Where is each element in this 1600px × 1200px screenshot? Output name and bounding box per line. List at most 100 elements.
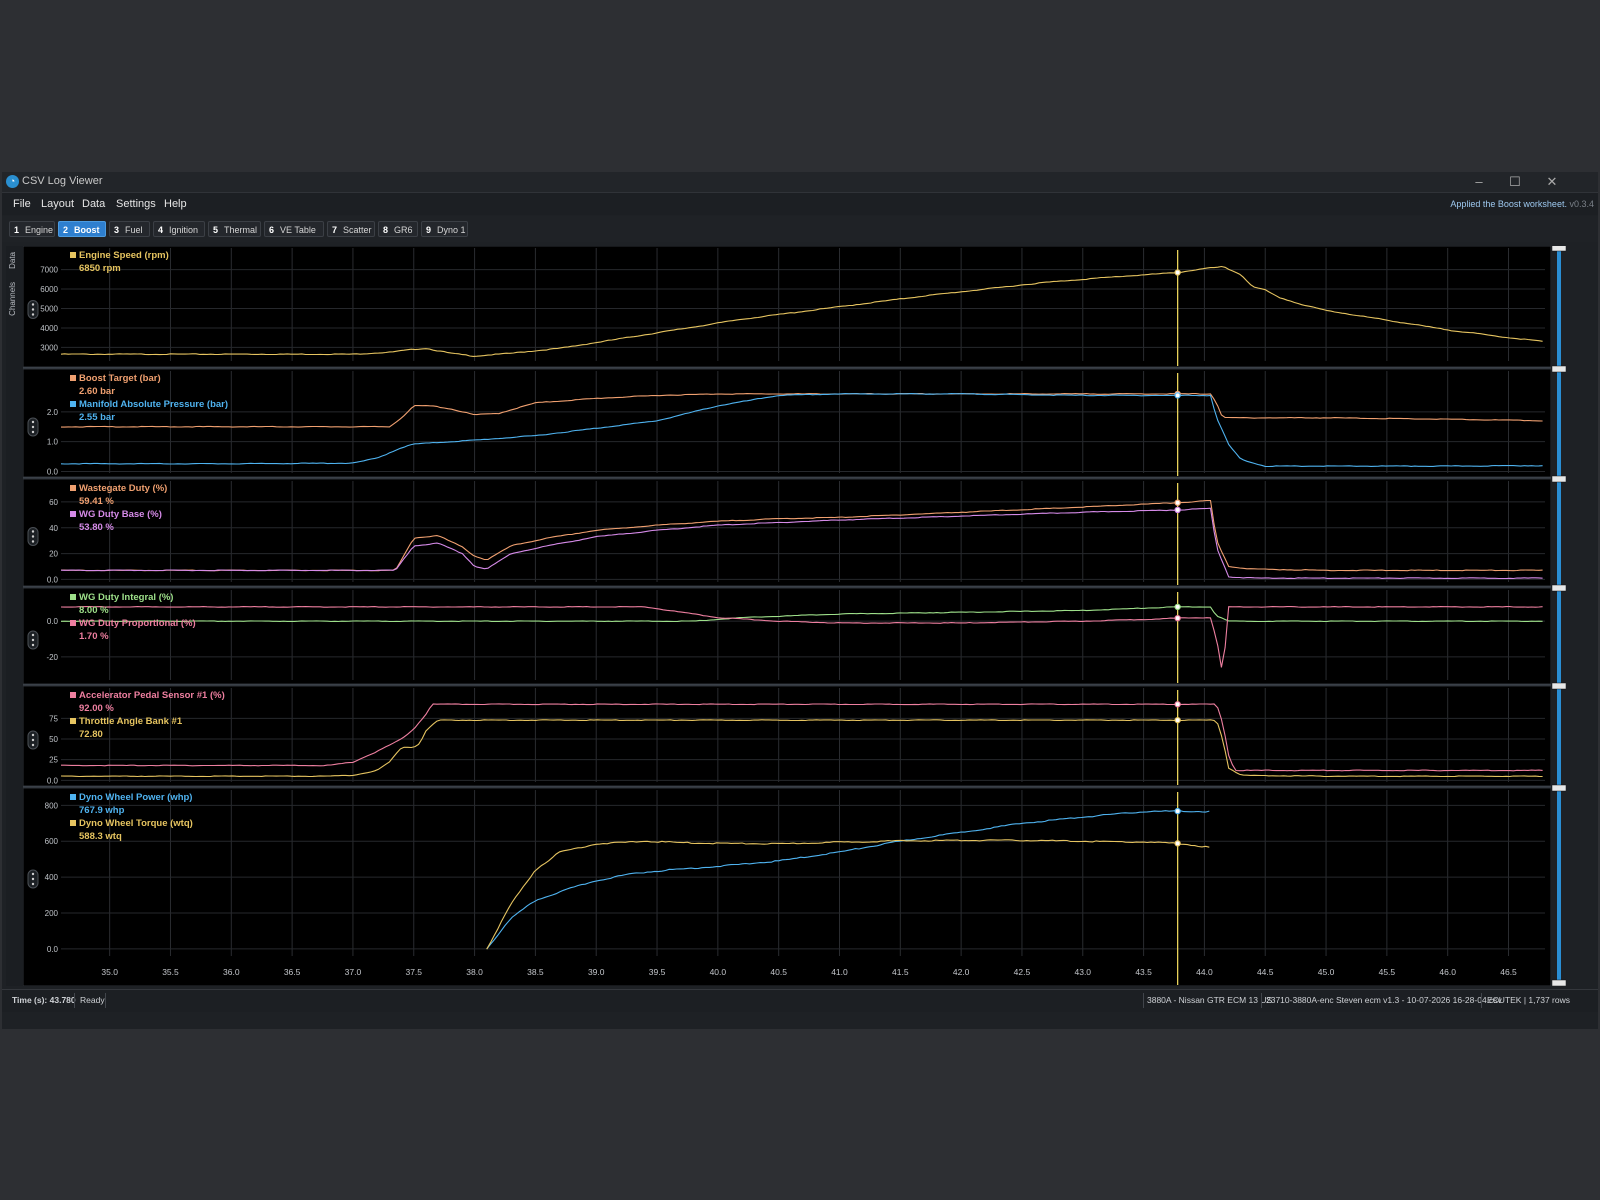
status-message: Applied the Boost worksheet. v0.3.4 (1450, 199, 1594, 209)
scroll-handle[interactable] (1552, 584, 1566, 592)
x-tick-label: 41.5 (892, 967, 909, 977)
cursor-marker (1174, 614, 1181, 622)
plot-area[interactable]: 3000 4000 5000 6000 7000 Engine Speed (rpm) 68… (23, 246, 1551, 986)
x-tick-label: 36.5 (284, 967, 301, 977)
scroll-handle[interactable] (1552, 682, 1566, 690)
tab-label: Fuel (125, 225, 143, 235)
cursor-marker (1174, 840, 1181, 847)
handle-dot (31, 633, 35, 637)
handle-dot (31, 882, 35, 886)
x-tick-label: 40.5 (770, 967, 787, 977)
scroll-handle[interactable] (1552, 365, 1566, 373)
panel-background (23, 368, 1551, 478)
scroll-handle[interactable] (1552, 979, 1566, 986)
tab-number: 4 (158, 225, 164, 235)
legend-series-name: Accelerator Pedal Sensor #1 (%) (79, 690, 225, 701)
legend-swatch (70, 718, 76, 724)
cursor-marker (1174, 603, 1181, 611)
menu-layout[interactable]: Layout (41, 198, 74, 210)
status-message-text: Applied the Boost worksheet. (1450, 199, 1567, 209)
chart-panel-2[interactable]: 0.0 1.0 2.0 Boost Target (bar) 2.60 bar Manif… (23, 368, 1551, 479)
tab-label: Thermal (224, 225, 258, 235)
tab-gr6[interactable]: 8 GR6 (378, 221, 418, 237)
status-source: ECUTEK | 1,737 rows (1487, 995, 1570, 1005)
x-tick-label: 43.0 (1074, 967, 1091, 977)
y-tick-label: 3000 (40, 343, 58, 352)
x-tick-label: 43.5 (1135, 967, 1152, 977)
x-tick-label: 36.0 (223, 967, 240, 977)
handle-dot (31, 540, 35, 543)
tab-thermal[interactable]: 5 Thermal (208, 221, 261, 237)
menu-help[interactable]: Help (164, 198, 187, 210)
legend-value: 72.80 (79, 729, 103, 740)
status-separator (1261, 993, 1262, 1008)
y-tick-label: 1.0 (47, 438, 59, 447)
menu-settings[interactable]: Settings (116, 198, 156, 210)
handle-dot (31, 530, 35, 533)
tab-dyno-1[interactable]: 9 Dyno 1 (421, 221, 468, 237)
status-separator (1143, 993, 1144, 1008)
cursor-time: Time (s): 43.780 (12, 995, 76, 1005)
scroll-handle[interactable] (1552, 475, 1566, 483)
handle-dot (31, 872, 35, 876)
x-tick-label: 44.5 (1257, 967, 1274, 977)
legend-series-name: WG Duty Integral (%) (79, 592, 173, 603)
x-tick-label: 37.0 (345, 967, 362, 977)
legend-swatch (70, 692, 76, 698)
side-panel-strip: Data Channels (6, 246, 23, 986)
status-bar: Time (s): 43.780 Ready 3880A - Nissan GT… (2, 989, 1598, 1012)
tab-fuel[interactable]: 3 Fuel (109, 221, 150, 237)
chart-panel-1[interactable]: 3000 4000 5000 6000 7000 Engine Speed (rpm) 68… (23, 246, 1551, 369)
status-file: 23710-3880A-enc Steven ecm v1.3 - 10-07-… (1266, 995, 1502, 1005)
y-tick-label: 25 (49, 756, 58, 765)
cursor-marker (1174, 716, 1181, 724)
handle-dot (31, 303, 35, 306)
chart-panel-3[interactable]: 0.0 20 40 60 Wastegate Duty (%) 59.41 % WG Dut… (23, 478, 1551, 588)
tab-number: 5 (213, 225, 219, 235)
panel-background (23, 587, 1551, 685)
tab-number: 7 (332, 225, 338, 235)
legend-swatch (70, 401, 76, 407)
tab-number: 8 (383, 225, 389, 235)
legend-value: 59.41 % (79, 496, 114, 507)
legend-swatch (70, 794, 76, 800)
tab-number: 9 (426, 225, 432, 235)
chart-panel-4[interactable]: 0.0 -20 WG Duty Integral (%) 8.00 % WG Duty … (23, 587, 1551, 686)
y-tick-label: 75 (49, 714, 58, 723)
app-logo-icon: ◔ (6, 175, 19, 188)
tab-ve-table[interactable]: 6 VE Table (264, 221, 324, 237)
side-tab-channels[interactable]: Channels (8, 282, 17, 316)
vertical-scroll-rail[interactable] (1552, 246, 1566, 986)
minimize-icon[interactable]: – (1464, 173, 1494, 191)
handle-dot (31, 643, 35, 647)
menu-data[interactable]: Data (82, 198, 105, 210)
tab-engine[interactable]: 1 Engine (9, 221, 55, 237)
tab-scatter[interactable]: 7 Scatter (327, 221, 375, 237)
menu-file[interactable]: File (13, 198, 31, 210)
legend-series-name: Dyno Wheel Torque (wtq) (79, 818, 193, 829)
handle-dot (31, 638, 35, 642)
tab-ignition[interactable]: 4 Ignition (153, 221, 205, 237)
chart-panel-5[interactable]: 0.0 25 50 75 Accelerator Pedal Sensor #1 (%)… (23, 685, 1551, 788)
scroll-handle[interactable] (1552, 784, 1566, 792)
status-separator (74, 993, 75, 1008)
cursor-marker (1174, 807, 1181, 815)
close-icon[interactable]: ✕ (1537, 173, 1567, 191)
app-version: v0.3.4 (1569, 199, 1594, 209)
scroll-handle[interactable] (1552, 246, 1566, 252)
status-separator (105, 993, 106, 1008)
handle-dot (31, 877, 35, 881)
chart-panel-6[interactable]: 0.0 200 400 600 800 Dyno Wheel Power (whp) 767… (23, 787, 1551, 986)
legend-value: 2.60 bar (79, 386, 115, 397)
legend-value: 767.9 whp (79, 805, 125, 816)
y-tick-label: 200 (45, 909, 59, 918)
x-tick-label: 35.0 (101, 967, 118, 977)
y-tick-label: 4000 (40, 324, 58, 333)
tab-boost[interactable]: 2 Boost (58, 221, 106, 237)
maximize-icon[interactable]: ☐ (1500, 173, 1530, 191)
cursor-marker (1174, 392, 1181, 399)
handle-dot (31, 743, 35, 747)
y-tick-label: 0.0 (47, 468, 59, 477)
side-tab-data[interactable]: Data (8, 252, 17, 269)
x-tick-label: 40.0 (710, 967, 727, 977)
